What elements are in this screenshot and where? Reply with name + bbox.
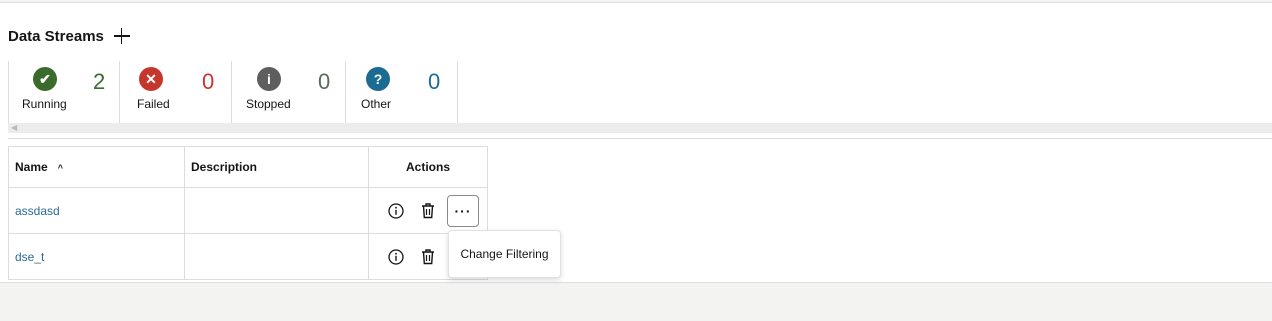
stream-name-link[interactable]: dse_t [15, 250, 44, 264]
change-filtering-menu-item[interactable]: Change Filtering [448, 230, 561, 278]
status-stopped[interactable]: i Stopped 0 [232, 61, 346, 123]
x-circle-icon: ✕ [139, 67, 163, 91]
status-label-running: Running [22, 97, 67, 111]
stream-name-link[interactable]: assdasd [15, 204, 60, 218]
page-title: Data Streams [8, 27, 104, 45]
status-summary-bar: ✔ Running 2 ✕ Failed 0 i Stopped 0 ? Oth… [8, 61, 1272, 133]
question-circle-icon: ? [366, 67, 390, 91]
status-running[interactable]: ✔ Running 2 [8, 61, 120, 123]
add-stream-plus-icon[interactable] [112, 26, 132, 46]
column-header-description: Description [184, 146, 369, 188]
trash-icon[interactable] [419, 202, 437, 220]
cell-actions: ··· [368, 187, 488, 234]
cell-name: dse_t [8, 233, 185, 280]
status-label-stopped: Stopped [246, 97, 291, 111]
status-count-stopped: 0 [318, 69, 331, 94]
status-label-other: Other [361, 97, 392, 111]
trash-icon[interactable] [419, 248, 437, 266]
check-circle-icon: ✔ [33, 67, 57, 91]
more-actions-button[interactable]: ··· [447, 194, 479, 227]
title-row: Data Streams [8, 26, 132, 46]
status-label-failed: Failed [137, 97, 170, 111]
column-header-name-label: Name [15, 160, 48, 174]
cell-description [184, 233, 369, 280]
horizontal-scrollbar[interactable]: ◀ [8, 123, 1272, 133]
column-header-name[interactable]: Name ^ [8, 146, 185, 188]
status-count-other: 0 [428, 69, 441, 94]
data-streams-panel: Data Streams ✔ Running 2 ✕ Failed 0 i St… [0, 2, 1272, 283]
status-count-failed: 0 [202, 69, 215, 94]
table-row: dse_t [8, 233, 488, 280]
data-streams-table: Name ^ Description Actions assdasd ··· d… [8, 146, 488, 280]
cell-name: assdasd [8, 187, 185, 234]
info-icon[interactable] [387, 202, 405, 220]
table-header-row: Name ^ Description Actions [8, 146, 488, 188]
table-row: assdasd ··· [8, 187, 488, 234]
cell-description [184, 187, 369, 234]
status-other[interactable]: ? Other 0 [346, 61, 458, 123]
info-icon[interactable] [387, 248, 405, 266]
section-divider [8, 138, 1272, 139]
info-circle-icon: i [257, 67, 281, 91]
status-failed[interactable]: ✕ Failed 0 [120, 61, 232, 123]
sort-ascending-icon[interactable]: ^ [58, 163, 63, 173]
status-count-running: 2 [93, 69, 106, 94]
column-header-actions: Actions [368, 146, 488, 188]
scroll-left-arrow-icon[interactable]: ◀ [11, 123, 17, 133]
